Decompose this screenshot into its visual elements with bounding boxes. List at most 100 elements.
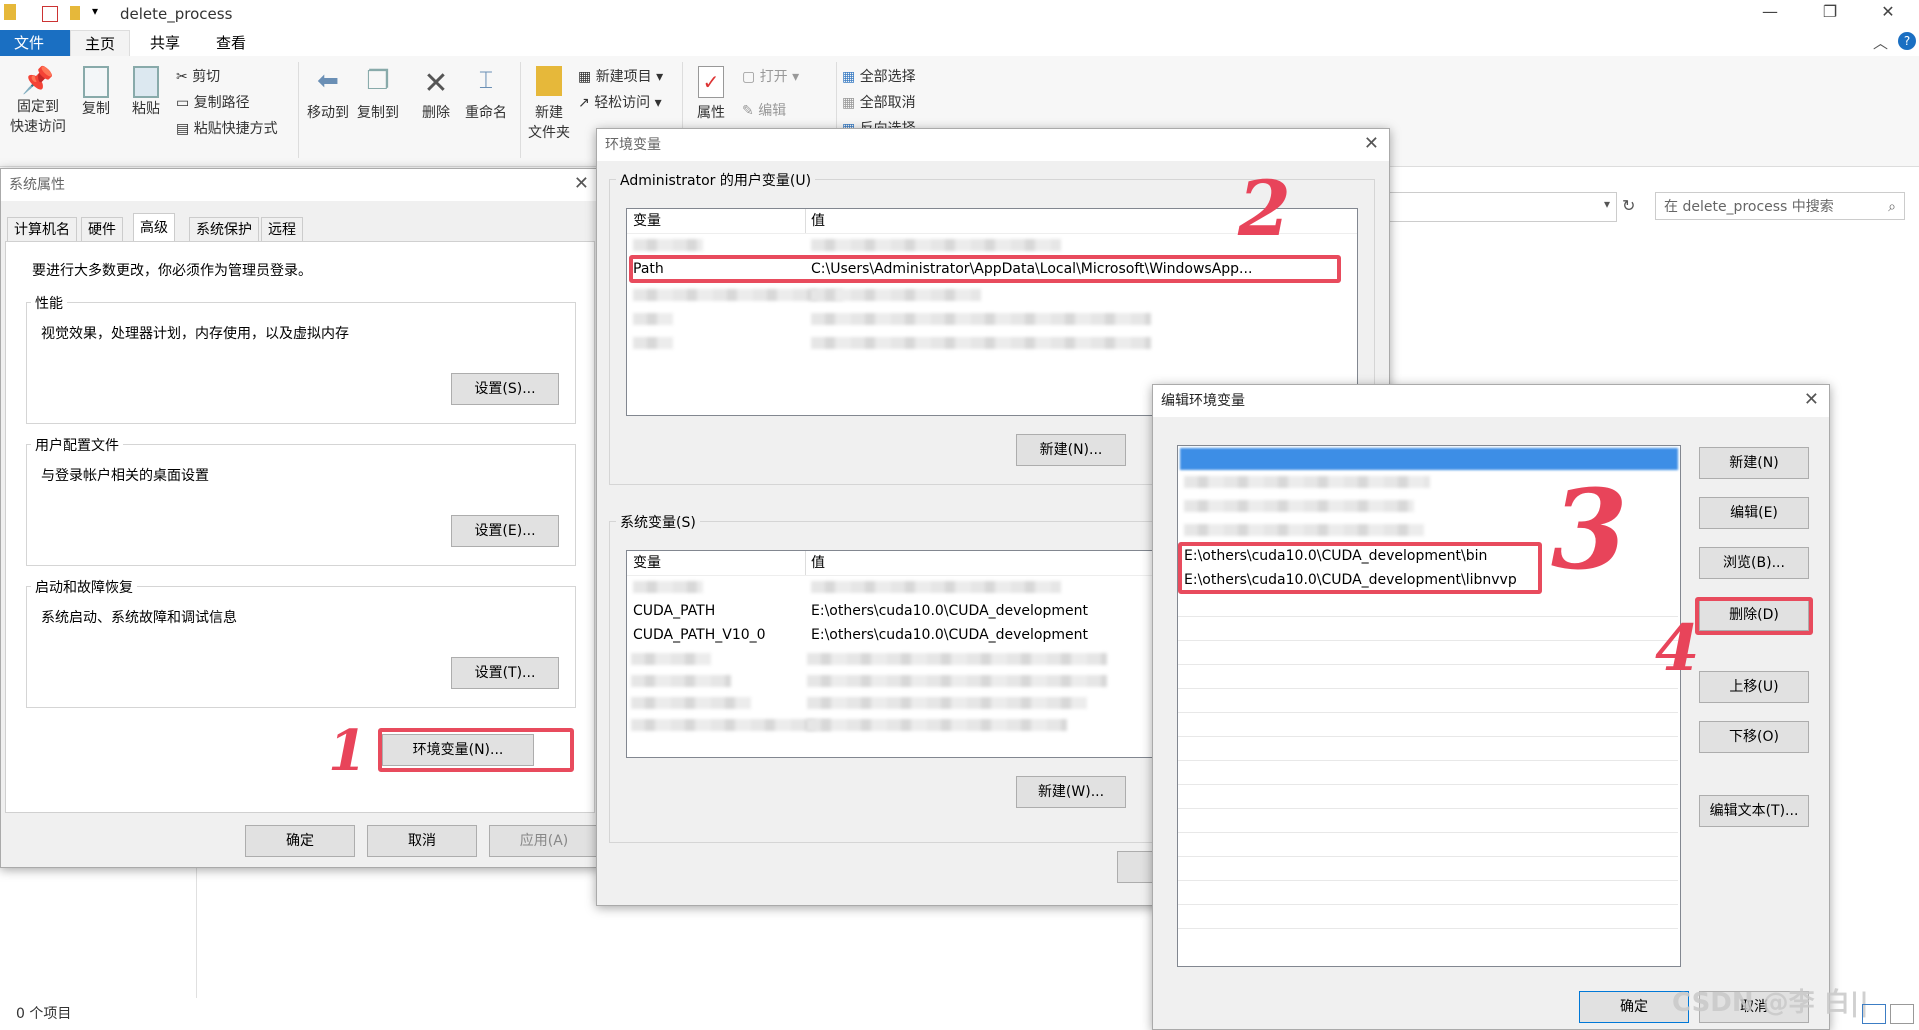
select-none-button[interactable]: ▦ 全部取消 (842, 92, 916, 112)
column-header-variable[interactable]: 变量 (633, 551, 661, 575)
close-icon[interactable]: ✕ (574, 173, 589, 194)
dialog-title: 系统属性 (1, 169, 599, 201)
close-icon[interactable]: ✕ (1364, 133, 1379, 154)
rename-button[interactable]: ⌶ 重命名 (460, 66, 512, 122)
new-item-icon: ▦ (578, 69, 592, 85)
tab-system-protection[interactable]: 系统保护 (189, 217, 259, 242)
tab-hardware[interactable]: 硬件 (81, 217, 123, 242)
rename-icon: ⌶ (478, 66, 494, 94)
new-entry-button[interactable]: 新建(N) (1699, 447, 1809, 479)
row-divider (1178, 688, 1678, 689)
system-properties-dialog: 系统属性 ✕ 计算机名 硬件 高级 系统保护 远程 要进行大多数更改，你必须作为… (0, 168, 600, 868)
collapse-ribbon-icon[interactable]: ︿ (1873, 32, 1888, 53)
apply-button[interactable]: 应用(A) (489, 825, 599, 857)
annotation-step-1: 1 (328, 718, 367, 784)
quick-access-dropdown-icon[interactable]: ▾ (92, 4, 98, 18)
blurred-row (1184, 476, 1430, 488)
open-button[interactable]: ▢ 打开 ▾ (742, 66, 799, 86)
dialog-title: 编辑环境变量 (1153, 385, 1829, 417)
new-item-button[interactable]: ▦ 新建项目 ▾ (578, 66, 663, 86)
paste-button[interactable]: 粘贴 (124, 66, 168, 118)
row-divider (1178, 928, 1678, 929)
search-icon: ⌕ (1888, 199, 1896, 215)
startup-settings-button[interactable]: 设置(T)... (451, 657, 559, 689)
delete-button[interactable]: ✕ 删除 (414, 66, 458, 122)
variable-value: E:\others\cuda10.0\CUDA_development (811, 627, 1088, 643)
new-folder-icon (524, 66, 574, 102)
annotation-step-3: 3 (1551, 465, 1628, 594)
cut-button[interactable]: ✂ 剪切 (176, 66, 220, 86)
profile-settings-button[interactable]: 设置(E)... (451, 515, 559, 547)
browse-button[interactable]: 浏览(B)... (1699, 547, 1809, 579)
variable-name: CUDA_PATH_V10_0 (633, 627, 766, 643)
pin-icon: 📌 (21, 66, 55, 96)
properties-button[interactable]: ✓ 属性 (688, 66, 734, 122)
tab-advanced[interactable]: 高级 (133, 213, 175, 242)
blurred-row (807, 719, 1067, 731)
blurred-row (631, 719, 831, 731)
blurred-row (631, 653, 711, 665)
maximize-icon[interactable]: ❐ (1810, 2, 1850, 26)
startup-recovery-group: 启动和故障恢复 系统启动、系统故障和调试信息 设置(T)... (26, 577, 576, 708)
easy-access-button[interactable]: ↗ 轻松访问 ▾ (578, 92, 662, 112)
cancel-button[interactable]: 取消 (367, 825, 477, 857)
column-header-value[interactable]: 值 (811, 551, 825, 575)
annotation-step-2: 2 (1238, 164, 1291, 253)
paste-shortcut-button[interactable]: ▤ 粘贴快捷方式 (176, 118, 278, 138)
new-folder-button[interactable]: 新建 文件夹 (524, 66, 574, 142)
tab-home[interactable]: 主页 (70, 30, 131, 57)
edit-text-button[interactable]: 编辑文本(T)... (1699, 795, 1809, 827)
minimize-icon[interactable]: — (1750, 2, 1790, 26)
refresh-icon[interactable]: ↻ (1622, 196, 1635, 215)
help-icon[interactable]: ? (1898, 32, 1916, 50)
tab-computer-name[interactable]: 计算机名 (7, 217, 77, 242)
copy-to-button[interactable]: ❐ 复制到 (354, 66, 402, 122)
ok-button[interactable]: 确定 (245, 825, 355, 857)
admin-note: 要进行大多数更改，你必须作为管理员登录。 (32, 263, 312, 279)
folder-icon (4, 4, 16, 20)
large-icons-view-icon[interactable] (1890, 1004, 1914, 1024)
edit-entry-button[interactable]: 编辑(E) (1699, 497, 1809, 529)
new-folder-quick-icon[interactable] (70, 6, 80, 20)
user-new-button[interactable]: 新建(N)... (1016, 434, 1126, 466)
properties-quick-icon[interactable] (42, 6, 58, 22)
move-up-button[interactable]: 上移(U) (1699, 671, 1809, 703)
variable-value: E:\others\cuda10.0\CUDA_development (811, 603, 1088, 619)
performance-settings-button[interactable]: 设置(S)... (451, 373, 559, 405)
row-divider (1178, 904, 1678, 905)
column-header-value[interactable]: 值 (811, 209, 825, 233)
system-new-button[interactable]: 新建(W)... (1016, 776, 1126, 808)
watermark: CSDN @李 白|| (1672, 988, 1869, 1018)
select-all-button[interactable]: ▦ 全部选择 (842, 66, 916, 86)
tab-share[interactable]: 共享 (136, 30, 194, 56)
group-label: 系统变量(S) (616, 512, 700, 532)
search-input[interactable]: 在 delete_process 中搜索 ⌕ (1655, 192, 1905, 220)
copy-button[interactable]: 复制 (74, 66, 118, 118)
column-divider (805, 551, 806, 575)
explorer-titlebar: ▾ delete_process — ❐ ✕ (0, 0, 1919, 28)
tab-view[interactable]: 查看 (202, 30, 260, 56)
move-down-button[interactable]: 下移(O) (1699, 721, 1809, 753)
copy-path-button[interactable]: ▭ 复制路径 (176, 92, 250, 112)
edit-environment-variable-dialog: 编辑环境变量 ✕ E:\others\cuda10.0\CUDA_develop… (1152, 384, 1830, 1030)
select-all-icon: ▦ (842, 69, 856, 85)
copy-path-icon: ▭ (176, 95, 190, 111)
close-icon[interactable]: ✕ (1868, 2, 1908, 26)
tab-remote[interactable]: 远程 (261, 217, 303, 242)
highlight-box-2 (629, 255, 1341, 283)
row-divider (1178, 880, 1678, 881)
move-to-button[interactable]: ⬅ 移动到 (304, 66, 352, 122)
pin-button[interactable]: 📌 固定到 快速访问 (8, 66, 68, 136)
close-icon[interactable]: ✕ (1804, 389, 1819, 410)
ribbon-divider (298, 62, 299, 158)
performance-group: 性能 视觉效果，处理器计划，内存使用，以及虚拟内存 设置(S)... (26, 293, 576, 424)
edit-button[interactable]: ✎ 编辑 (742, 100, 786, 120)
open-icon: ▢ (742, 69, 756, 85)
details-view-icon[interactable] (1862, 1004, 1886, 1024)
chevron-down-icon[interactable]: ▾ (1604, 197, 1610, 211)
row-divider (1178, 856, 1678, 857)
row-divider (1178, 664, 1678, 665)
column-header-variable[interactable]: 变量 (633, 209, 661, 233)
group-label: 用户配置文件 (31, 435, 123, 455)
tab-file[interactable]: 文件 (0, 30, 70, 56)
